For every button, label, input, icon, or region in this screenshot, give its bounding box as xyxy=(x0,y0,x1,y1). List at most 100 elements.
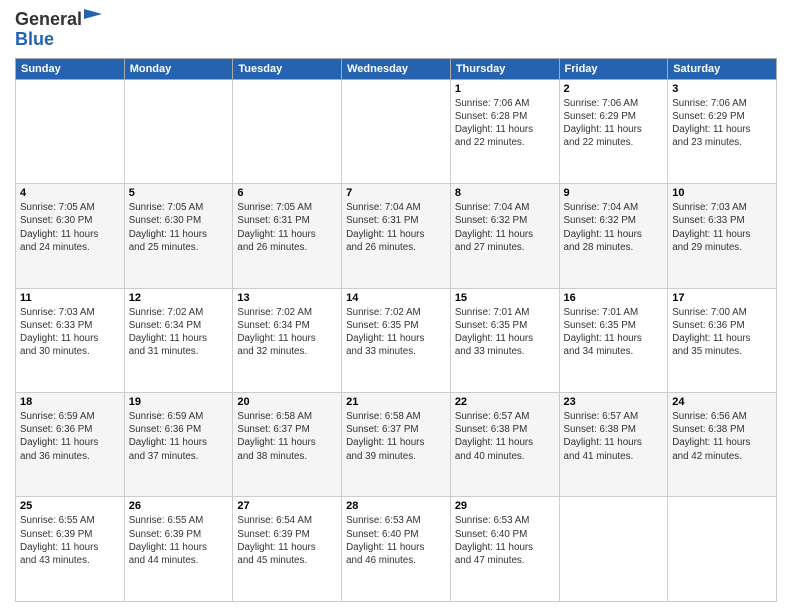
day-number: 18 xyxy=(20,396,120,408)
day-info: Sunrise: 7:01 AMSunset: 6:35 PMDaylight:… xyxy=(455,306,555,359)
day-number: 10 xyxy=(672,187,772,199)
day-number: 28 xyxy=(346,500,446,512)
calendar-cell: 15 Sunrise: 7:01 AMSunset: 6:35 PMDayligh… xyxy=(450,288,559,392)
day-number: 3 xyxy=(672,83,772,95)
calendar-header-monday: Monday xyxy=(124,58,233,79)
calendar-header-wednesday: Wednesday xyxy=(342,58,451,79)
day-info: Sunrise: 7:00 AMSunset: 6:36 PMDaylight:… xyxy=(672,306,772,359)
day-number: 14 xyxy=(346,292,446,304)
day-number: 6 xyxy=(237,187,337,199)
calendar-cell xyxy=(668,497,777,602)
calendar-cell: 3 Sunrise: 7:06 AMSunset: 6:29 PMDaylight… xyxy=(668,79,777,183)
day-number: 19 xyxy=(129,396,229,408)
logo-flag-icon xyxy=(84,9,102,27)
calendar-table: SundayMondayTuesdayWednesdayThursdayFrid… xyxy=(15,58,777,602)
calendar-week-3: 18 Sunrise: 6:59 AMSunset: 6:36 PMDayligh… xyxy=(16,393,777,497)
day-number: 15 xyxy=(455,292,555,304)
calendar-cell: 28 Sunrise: 6:53 AMSunset: 6:40 PMDayligh… xyxy=(342,497,451,602)
day-info: Sunrise: 6:56 AMSunset: 6:38 PMDaylight:… xyxy=(672,410,772,463)
day-number: 25 xyxy=(20,500,120,512)
day-info: Sunrise: 7:02 AMSunset: 6:34 PMDaylight:… xyxy=(237,306,337,359)
calendar-cell: 29Sunrise: 6:53 AMSunset: 6:40 PMDayligh… xyxy=(450,497,559,602)
day-number: 29 xyxy=(455,500,555,512)
calendar-cell: 16Sunrise: 7:01 AMSunset: 6:35 PMDayligh… xyxy=(559,288,668,392)
calendar-cell: 21 Sunrise: 6:58 AMSunset: 6:37 PMDayligh… xyxy=(342,393,451,497)
calendar-cell: 4 Sunrise: 7:05 AMSunset: 6:30 PMDaylight… xyxy=(16,184,125,288)
calendar-cell: 6 Sunrise: 7:05 AMSunset: 6:31 PMDaylight… xyxy=(233,184,342,288)
calendar-header-thursday: Thursday xyxy=(450,58,559,79)
calendar-cell: 23 Sunrise: 6:57 AMSunset: 6:38 PMDayligh… xyxy=(559,393,668,497)
day-info: Sunrise: 7:02 AMSunset: 6:34 PMDaylight:… xyxy=(129,306,229,359)
calendar-cell: 20 Sunrise: 6:58 AMSunset: 6:37 PMDayligh… xyxy=(233,393,342,497)
calendar-cell: 1 Sunrise: 7:06 AMSunset: 6:28 PMDaylight… xyxy=(450,79,559,183)
calendar-cell: 26 Sunrise: 6:55 AMSunset: 6:39 PMDayligh… xyxy=(124,497,233,602)
day-info: Sunrise: 6:59 AMSunset: 6:36 PMDaylight:… xyxy=(20,410,120,463)
header: General Blue xyxy=(15,10,777,50)
day-info: Sunrise: 7:06 AMSunset: 6:29 PMDaylight:… xyxy=(672,97,772,150)
day-info: Sunrise: 7:06 AMSunset: 6:29 PMDaylight:… xyxy=(564,97,664,150)
day-info: Sunrise: 6:58 AMSunset: 6:37 PMDaylight:… xyxy=(237,410,337,463)
day-info: Sunrise: 7:01 AMSunset: 6:35 PMDaylight:… xyxy=(564,306,664,359)
calendar-cell: 11Sunrise: 7:03 AMSunset: 6:33 PMDayligh… xyxy=(16,288,125,392)
calendar-cell: 19 Sunrise: 6:59 AMSunset: 6:36 PMDayligh… xyxy=(124,393,233,497)
day-number: 20 xyxy=(237,396,337,408)
logo: General Blue xyxy=(15,10,102,50)
day-number: 2 xyxy=(564,83,664,95)
day-info: Sunrise: 6:54 AMSunset: 6:39 PMDaylight:… xyxy=(237,514,337,567)
day-number: 24 xyxy=(672,396,772,408)
day-info: Sunrise: 6:59 AMSunset: 6:36 PMDaylight:… xyxy=(129,410,229,463)
day-info: Sunrise: 7:05 AMSunset: 6:31 PMDaylight:… xyxy=(237,201,337,254)
calendar-cell xyxy=(342,79,451,183)
calendar-cell xyxy=(233,79,342,183)
day-number: 26 xyxy=(129,500,229,512)
day-info: Sunrise: 6:55 AMSunset: 6:39 PMDaylight:… xyxy=(20,514,120,567)
day-number: 27 xyxy=(237,500,337,512)
calendar-cell: 14 Sunrise: 7:02 AMSunset: 6:35 PMDayligh… xyxy=(342,288,451,392)
calendar-cell: 2 Sunrise: 7:06 AMSunset: 6:29 PMDaylight… xyxy=(559,79,668,183)
calendar-header-friday: Friday xyxy=(559,58,668,79)
calendar-header-tuesday: Tuesday xyxy=(233,58,342,79)
day-number: 4 xyxy=(20,187,120,199)
day-info: Sunrise: 6:53 AMSunset: 6:40 PMDaylight:… xyxy=(346,514,446,567)
day-info: Sunrise: 7:03 AMSunset: 6:33 PMDaylight:… xyxy=(20,306,120,359)
calendar-cell: 22 Sunrise: 6:57 AMSunset: 6:38 PMDayligh… xyxy=(450,393,559,497)
calendar-week-4: 25 Sunrise: 6:55 AMSunset: 6:39 PMDayligh… xyxy=(16,497,777,602)
day-number: 7 xyxy=(346,187,446,199)
day-info: Sunrise: 7:06 AMSunset: 6:28 PMDaylight:… xyxy=(455,97,555,150)
day-info: Sunrise: 7:04 AMSunset: 6:32 PMDaylight:… xyxy=(564,201,664,254)
calendar-cell: 12 Sunrise: 7:02 AMSunset: 6:34 PMDayligh… xyxy=(124,288,233,392)
day-info: Sunrise: 6:57 AMSunset: 6:38 PMDaylight:… xyxy=(455,410,555,463)
calendar-cell xyxy=(16,79,125,183)
calendar-cell: 9 Sunrise: 7:04 AMSunset: 6:32 PMDaylight… xyxy=(559,184,668,288)
day-number: 17 xyxy=(672,292,772,304)
calendar-header-row: SundayMondayTuesdayWednesdayThursdayFrid… xyxy=(16,58,777,79)
calendar-cell xyxy=(559,497,668,602)
calendar-cell: 10Sunrise: 7:03 AMSunset: 6:33 PMDayligh… xyxy=(668,184,777,288)
day-info: Sunrise: 7:05 AMSunset: 6:30 PMDaylight:… xyxy=(129,201,229,254)
calendar-cell: 7 Sunrise: 7:04 AMSunset: 6:31 PMDaylight… xyxy=(342,184,451,288)
day-number: 1 xyxy=(455,83,555,95)
day-number: 23 xyxy=(564,396,664,408)
calendar-cell: 13Sunrise: 7:02 AMSunset: 6:34 PMDayligh… xyxy=(233,288,342,392)
calendar-cell: 24 Sunrise: 6:56 AMSunset: 6:38 PMDayligh… xyxy=(668,393,777,497)
day-info: Sunrise: 7:04 AMSunset: 6:31 PMDaylight:… xyxy=(346,201,446,254)
calendar-week-1: 4 Sunrise: 7:05 AMSunset: 6:30 PMDaylight… xyxy=(16,184,777,288)
day-number: 21 xyxy=(346,396,446,408)
calendar-cell: 27 Sunrise: 6:54 AMSunset: 6:39 PMDayligh… xyxy=(233,497,342,602)
day-info: Sunrise: 7:05 AMSunset: 6:30 PMDaylight:… xyxy=(20,201,120,254)
page: General Blue SundayMondayTuesdayWednesda… xyxy=(0,0,792,612)
calendar-week-2: 11Sunrise: 7:03 AMSunset: 6:33 PMDayligh… xyxy=(16,288,777,392)
calendar-week-0: 1 Sunrise: 7:06 AMSunset: 6:28 PMDaylight… xyxy=(16,79,777,183)
day-number: 22 xyxy=(455,396,555,408)
calendar-header-saturday: Saturday xyxy=(668,58,777,79)
day-info: Sunrise: 6:58 AMSunset: 6:37 PMDaylight:… xyxy=(346,410,446,463)
day-number: 12 xyxy=(129,292,229,304)
calendar-cell: 25 Sunrise: 6:55 AMSunset: 6:39 PMDayligh… xyxy=(16,497,125,602)
day-info: Sunrise: 6:55 AMSunset: 6:39 PMDaylight:… xyxy=(129,514,229,567)
calendar-cell: 5Sunrise: 7:05 AMSunset: 6:30 PMDaylight… xyxy=(124,184,233,288)
day-number: 9 xyxy=(564,187,664,199)
day-info: Sunrise: 6:57 AMSunset: 6:38 PMDaylight:… xyxy=(564,410,664,463)
day-info: Sunrise: 7:02 AMSunset: 6:35 PMDaylight:… xyxy=(346,306,446,359)
logo-blue: Blue xyxy=(15,30,54,50)
calendar-cell xyxy=(124,79,233,183)
